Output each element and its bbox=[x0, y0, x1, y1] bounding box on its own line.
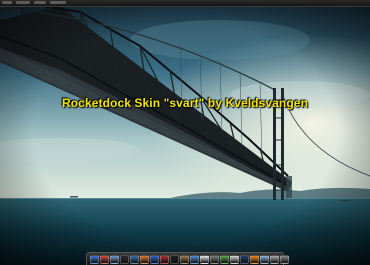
folder-icon[interactable] bbox=[110, 255, 119, 264]
menu-item[interactable] bbox=[34, 1, 46, 4]
rocketdock-bar bbox=[86, 252, 289, 265]
menu-item[interactable] bbox=[16, 1, 30, 4]
messenger-icon[interactable] bbox=[100, 255, 109, 264]
dock-icon-row bbox=[90, 255, 289, 264]
menu-item[interactable] bbox=[50, 1, 66, 4]
disk-icon[interactable] bbox=[270, 255, 279, 264]
music-icon[interactable] bbox=[120, 255, 129, 264]
trash-icon[interactable] bbox=[280, 255, 289, 264]
terminal-icon[interactable] bbox=[170, 255, 179, 264]
settings-icon[interactable] bbox=[210, 255, 219, 264]
calendar-icon[interactable] bbox=[200, 255, 209, 264]
globe-icon[interactable] bbox=[150, 255, 159, 264]
vlc-icon[interactable] bbox=[250, 255, 259, 264]
skin-caption: Rocketdock Skin "svart" by Kveldsvangen bbox=[61, 96, 309, 110]
top-taskbar bbox=[0, 0, 370, 7]
dashboard-icon[interactable] bbox=[130, 255, 139, 264]
desktop: Rocketdock Skin "svart" by Kveldsvangen bbox=[0, 0, 370, 265]
photoshop-icon[interactable] bbox=[240, 255, 249, 264]
mail-icon[interactable] bbox=[260, 255, 269, 264]
menu-item[interactable] bbox=[2, 1, 12, 4]
clock-icon[interactable] bbox=[230, 255, 239, 264]
finder-icon[interactable] bbox=[90, 255, 99, 264]
photo-icon[interactable] bbox=[180, 255, 189, 264]
firefox-icon[interactable] bbox=[140, 255, 149, 264]
chat-icon[interactable] bbox=[220, 255, 229, 264]
itunes-icon[interactable] bbox=[190, 255, 199, 264]
dictionary-icon[interactable] bbox=[160, 255, 169, 264]
bridge-wallpaper bbox=[0, 0, 370, 265]
